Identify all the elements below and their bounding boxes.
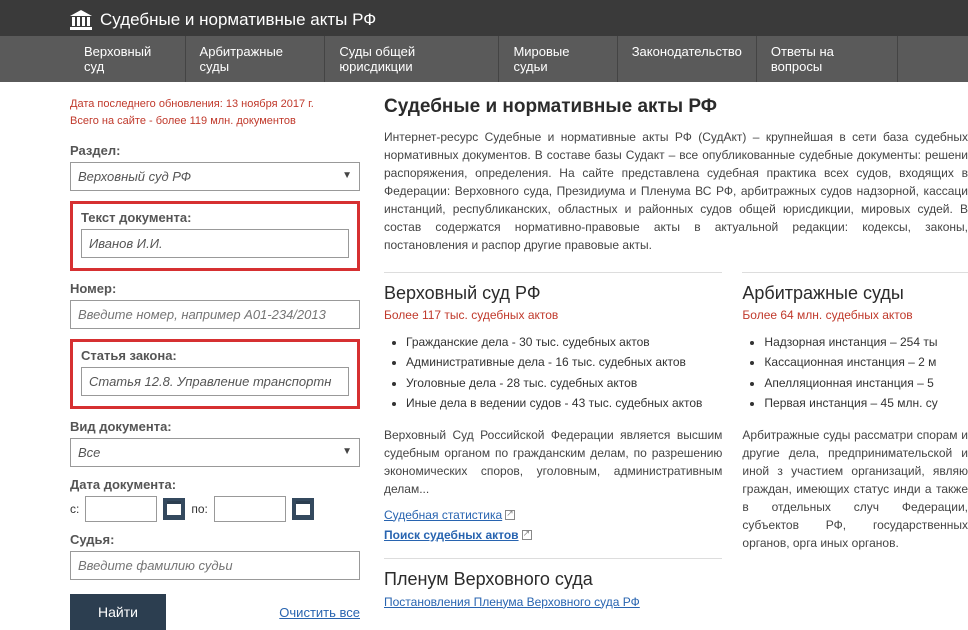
content-area: Дата последнего обновления: 13 ноября 20… — [0, 82, 968, 630]
section-desc: Верховный Суд Российской Федерации являе… — [384, 426, 722, 498]
nav-supreme-court[interactable]: Верховный суд — [70, 36, 186, 82]
nav-general-courts[interactable]: Суды общей юрисдикции — [325, 36, 499, 82]
sections-row: Верховный суд РФ Более 117 тыс. судебных… — [384, 272, 968, 609]
list-item: Апелляционная инстанция – 5 — [764, 373, 968, 393]
date-to-input[interactable] — [214, 496, 286, 522]
section-subtitle: Более 64 млн. судебных актов — [742, 308, 968, 322]
section-list: Гражданские дела - 30 тыс. судебных акто… — [384, 332, 722, 414]
subsection-title: Пленум Верховного суда — [384, 558, 722, 590]
search-sidebar: Дата последнего обновления: 13 ноября 20… — [70, 96, 360, 630]
date-to-picker[interactable] — [292, 498, 314, 520]
page-title: Судебные и нормативные акты РФ — [384, 96, 968, 118]
date-from-input[interactable] — [85, 496, 157, 522]
external-icon — [505, 510, 515, 520]
list-item: Первая инстанция – 45 млн. су — [764, 393, 968, 413]
section-desc: Арбитражные суды рассматри спорам и друг… — [742, 426, 968, 552]
section-arbitration: Арбитражные суды Более 64 млн. судебных … — [742, 272, 968, 609]
page-description: Интернет-ресурс Судебные и нормативные а… — [384, 128, 968, 254]
clear-link[interactable]: Очистить все — [279, 605, 360, 620]
number-group: Номер: — [70, 281, 360, 329]
search-acts-link[interactable]: Поиск судебных актов — [384, 528, 722, 542]
nav-legislation[interactable]: Законодательство — [618, 36, 757, 82]
doctext-input[interactable] — [81, 229, 349, 258]
section-list: Надзорная инстанция – 254 ты Кассационна… — [742, 332, 968, 414]
section-title: Арбитражные суды — [742, 283, 968, 304]
list-item: Иные дела в ведении судов - 43 тыс. суде… — [406, 393, 722, 413]
button-row: Найти Очистить все — [70, 594, 360, 630]
section-title: Верховный суд РФ — [384, 283, 722, 304]
article-label: Статья закона: — [81, 348, 349, 363]
find-button[interactable]: Найти — [70, 594, 166, 630]
list-item: Уголовные дела - 28 тыс. судебных актов — [406, 373, 722, 393]
number-label: Номер: — [70, 281, 360, 296]
site-title: Судебные и нормативные акты РФ — [100, 10, 376, 30]
nav-faq[interactable]: Ответы на вопросы — [757, 36, 898, 82]
docdate-label: Дата документа: — [70, 477, 360, 492]
nav-arbitration[interactable]: Арбитражные суды — [186, 36, 326, 82]
judge-group: Судья: — [70, 532, 360, 580]
date-from-label: с: — [70, 502, 79, 516]
date-from-picker[interactable] — [163, 498, 185, 520]
total-docs: Всего на сайте - более 119 млн. документ… — [70, 113, 360, 130]
doctype-group: Вид документа: — [70, 419, 360, 467]
external-icon — [522, 530, 532, 540]
number-input[interactable] — [70, 300, 360, 329]
list-item: Административные дела - 16 тыс. судебных… — [406, 352, 722, 372]
nav-magistrates[interactable]: Мировые судьи — [499, 36, 617, 82]
judge-input[interactable] — [70, 551, 360, 580]
header-bar: Судебные и нормативные акты РФ — [0, 0, 968, 36]
article-highlight: Статья закона: — [70, 339, 360, 409]
main-nav: Верховный суд Арбитражные суды Суды обще… — [0, 36, 968, 82]
bank-icon — [70, 10, 92, 30]
doctext-highlight: Текст документа: — [70, 201, 360, 271]
section-supreme: Верховный суд РФ Более 117 тыс. судебных… — [384, 272, 722, 609]
update-info: Дата последнего обновления: 13 ноября 20… — [70, 96, 360, 129]
section-label: Раздел: — [70, 143, 360, 158]
judge-label: Судья: — [70, 532, 360, 547]
doctext-label: Текст документа: — [81, 210, 349, 225]
main-content: Судебные и нормативные акты РФ Интернет-… — [384, 96, 968, 630]
update-date: Дата последнего обновления: 13 ноября 20… — [70, 96, 360, 113]
stats-link[interactable]: Судебная статистика — [384, 508, 722, 522]
doctype-select[interactable] — [70, 438, 360, 467]
list-item: Надзорная инстанция – 254 ты — [764, 332, 968, 352]
section-group: Раздел: — [70, 143, 360, 191]
plenum-link[interactable]: Постановления Пленума Верховного суда РФ — [384, 595, 640, 609]
date-to-label: по: — [191, 502, 208, 516]
doctype-label: Вид документа: — [70, 419, 360, 434]
docdate-group: Дата документа: с: по: — [70, 477, 360, 522]
section-select[interactable] — [70, 162, 360, 191]
article-input[interactable] — [81, 367, 349, 396]
list-item: Кассационная инстанция – 2 м — [764, 352, 968, 372]
section-subtitle: Более 117 тыс. судебных актов — [384, 308, 722, 322]
list-item: Гражданские дела - 30 тыс. судебных акто… — [406, 332, 722, 352]
